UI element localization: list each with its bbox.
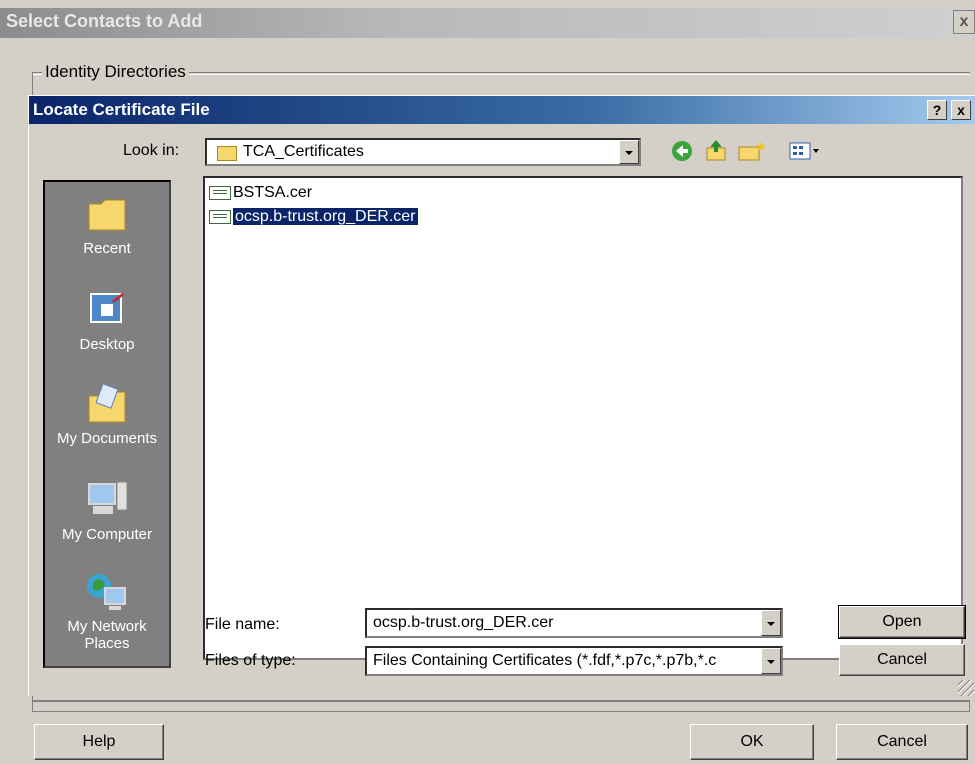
file-name: BSTSA.cer	[233, 184, 313, 201]
new-folder-icon[interactable]	[737, 138, 766, 164]
cancel-button[interactable]: Cancel	[839, 644, 965, 676]
chevron-down-icon[interactable]	[761, 610, 781, 636]
place-label: Recent	[83, 240, 131, 257]
file-name-input[interactable]: ocsp.b-trust.org_DER.cer	[365, 608, 783, 638]
select-contacts-dialog: Select Contacts to Add x Identity Direct…	[0, 0, 975, 764]
identity-directories-label: Identity Directories	[42, 62, 189, 82]
places-bar: Recent Desktop My Documents My Computer	[43, 180, 171, 668]
view-menu-icon[interactable]	[787, 138, 827, 164]
group-bottom-border	[32, 700, 970, 712]
look-in-select[interactable]: TCA_Certificates	[205, 138, 641, 166]
file-type-value: Files Containing Certificates (*.fdf,*.p…	[373, 652, 717, 669]
place-label: Desktop	[79, 336, 135, 353]
file-item[interactable]: BSTSA.cer	[209, 184, 312, 206]
file-type-label: Files of type:	[205, 652, 296, 669]
locate-certificate-dialog: Locate Certificate File ? x Look in: TCA…	[28, 95, 975, 696]
file-name: ocsp.b-trust.org_DER.cer	[232, 207, 419, 226]
recent-folder-icon	[83, 192, 131, 236]
chevron-down-icon[interactable]	[761, 648, 781, 674]
folder-icon	[217, 146, 237, 161]
inner-dialog-title: Locate Certificate File	[33, 100, 210, 119]
file-name-label: File name:	[205, 616, 280, 633]
place-my-documents[interactable]: My Documents	[45, 382, 169, 447]
help-question-button[interactable]: ?	[927, 100, 947, 120]
look-in-value: TCA_Certificates	[243, 143, 364, 160]
place-recent[interactable]: Recent	[45, 192, 169, 257]
place-label: My Documents	[56, 430, 158, 447]
file-list[interactable]: BSTSA.cer ocsp.b-trust.org_DER.cer	[203, 176, 963, 660]
file-type-select[interactable]: Files Containing Certificates (*.fdf,*.p…	[365, 646, 783, 676]
my-computer-icon	[83, 478, 131, 522]
up-folder-icon[interactable]	[703, 138, 729, 164]
resize-grip[interactable]	[958, 680, 974, 696]
place-my-computer[interactable]: My Computer	[45, 478, 169, 543]
help-button[interactable]: Help	[34, 724, 164, 760]
outer-cancel-button[interactable]: Cancel	[836, 724, 968, 760]
file-item-selected[interactable]: ocsp.b-trust.org_DER.cer	[209, 207, 419, 230]
open-button[interactable]: Open	[838, 605, 966, 639]
outer-dialog-title: Select Contacts to Add	[6, 11, 203, 31]
look-in-label: Look in:	[123, 142, 180, 159]
network-places-icon	[83, 570, 131, 614]
desktop-icon	[83, 288, 131, 332]
place-desktop[interactable]: Desktop	[45, 288, 169, 353]
place-network[interactable]: My Network Places	[45, 570, 169, 652]
outer-title-bar: Select Contacts to Add x	[0, 8, 975, 38]
chevron-down-icon[interactable]	[619, 140, 639, 164]
inner-title-bar: Locate Certificate File ? x	[29, 96, 975, 124]
ok-button[interactable]: OK	[690, 724, 814, 760]
outer-close-button[interactable]: x	[953, 10, 975, 34]
place-label: My Network Places	[67, 618, 147, 652]
inner-close-button[interactable]: x	[951, 100, 971, 120]
place-label: My Computer	[61, 526, 153, 543]
my-documents-icon	[83, 382, 131, 426]
back-icon[interactable]	[669, 138, 695, 164]
certificate-icon	[209, 185, 231, 200]
file-name-value: ocsp.b-trust.org_DER.cer	[373, 614, 554, 631]
certificate-icon	[209, 209, 231, 224]
